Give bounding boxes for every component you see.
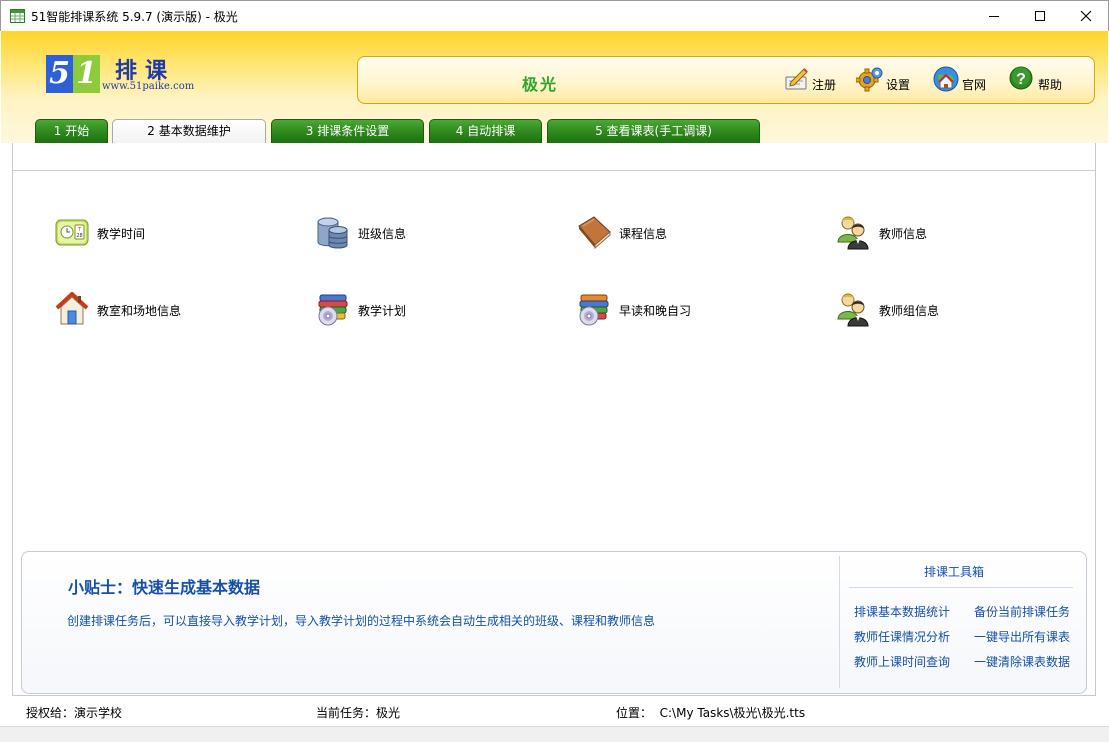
tab-constraints[interactable]: 3 排课条件设置	[271, 119, 424, 143]
gear-icon	[856, 67, 883, 92]
help-label: 帮助	[1038, 78, 1063, 92]
help-button[interactable]: ? 帮助	[1008, 65, 1066, 97]
tab-view-timetable[interactable]: 5 查看课表(手工调课)	[547, 119, 760, 143]
help-icon: ?	[1009, 66, 1033, 90]
teaching-plan-label: 教学计划	[358, 304, 407, 318]
toolbar-strip	[13, 143, 1095, 171]
course-info-item[interactable]: 课程信息	[576, 214, 696, 250]
current-task-text: 当前任务：极光	[316, 706, 401, 720]
class-info-item[interactable]: 班级信息	[315, 214, 435, 250]
logo: 5 1 排课 www.51paike.com	[46, 53, 206, 99]
maximize-icon	[1035, 11, 1045, 21]
website-button[interactable]: 官网	[932, 65, 990, 97]
course-info-label: 课程信息	[619, 227, 668, 241]
file-location-text: 位置： C:\My Tasks\极光\极光.tts	[616, 706, 806, 720]
toolbox-title: 排课工具箱	[924, 565, 985, 579]
home-globe-icon	[933, 66, 959, 92]
svg-text:28: 28	[76, 233, 82, 239]
logo-digit-1: 1	[73, 55, 100, 93]
tool-link-data-stats[interactable]: 排课基本数据统计	[854, 603, 950, 620]
tip-panel: 小贴士：快速生成基本数据 创建排课任务后，可以直接导入教学计划，导入教学计划的过…	[21, 551, 1087, 694]
books-cd-icon	[579, 294, 609, 326]
settings-button[interactable]: 设置	[856, 65, 914, 97]
window-title: 51智能排课系统 5.9.7 (演示版) - 极光	[31, 10, 238, 24]
logo-digit-5: 5	[46, 55, 73, 93]
minimize-button[interactable]	[971, 1, 1017, 31]
books-cd-icon	[318, 294, 348, 326]
classroom-info-item[interactable]: 教室和场地信息	[54, 291, 194, 327]
class-info-label: 班级信息	[358, 227, 407, 241]
teaching-time-item[interactable]: T 28 教学时间	[54, 214, 174, 250]
tip-body: 创建排课任务后，可以直接导入教学计划，导入教学计划的过程中系统会自动生成相关的班…	[67, 614, 656, 628]
register-button[interactable]: 注册	[782, 65, 840, 97]
teacher-group-info-item[interactable]: 教师组信息	[836, 291, 966, 327]
classroom-info-label: 教室和场地信息	[97, 304, 182, 318]
website-label: 官网	[962, 78, 987, 92]
minimize-icon	[989, 16, 999, 17]
house-icon	[55, 292, 89, 325]
tool-link-export-all[interactable]: 一键导出所有课表	[974, 628, 1070, 645]
tool-link-teacher-load[interactable]: 教师任课情况分析	[854, 628, 950, 645]
tab-basic-data[interactable]: 2 基本数据维护	[112, 119, 266, 144]
tab-start[interactable]: 1 开始	[35, 119, 108, 143]
morning-evening-study-label: 早读和晚自习	[619, 304, 692, 318]
divider	[839, 556, 840, 688]
status-bar: 授权给：演示学校 当前任务：极光 位置： C:\My Tasks\极光\极光.t…	[0, 696, 1109, 726]
teaching-time-label: 教学时间	[97, 227, 146, 241]
database-icon	[317, 217, 348, 249]
morning-evening-study-item[interactable]: 早读和晚自习	[576, 291, 716, 327]
register-icon	[785, 68, 808, 90]
book-icon	[578, 216, 611, 250]
users-icon	[837, 293, 869, 327]
close-button[interactable]	[1063, 1, 1109, 31]
title-bar: 51智能排课系统 5.9.7 (演示版) - 极光	[0, 0, 1109, 31]
tool-link-teacher-time[interactable]: 教师上课时间查询	[854, 653, 950, 670]
tab-auto-schedule[interactable]: 4 自动排课	[429, 119, 542, 143]
settings-label: 设置	[886, 78, 911, 92]
close-icon	[1080, 10, 1092, 22]
users-icon	[837, 216, 869, 250]
teacher-info-item[interactable]: 教师信息	[836, 214, 956, 250]
licensee-text: 授权给：演示学校	[26, 706, 123, 720]
calendar-icon: T 28	[55, 219, 89, 246]
register-label: 注册	[812, 78, 837, 92]
teacher-info-label: 教师信息	[879, 227, 928, 241]
current-task-name: 极光	[522, 75, 559, 94]
maximize-button[interactable]	[1017, 1, 1063, 31]
main-panel: T 28 教学时间 班级信息 课程信息 教师信息 教室和场地信息 教学计划 早读…	[12, 143, 1096, 696]
divider	[849, 587, 1073, 588]
app-grid-icon	[10, 9, 25, 23]
teaching-plan-item[interactable]: 教学计划	[315, 291, 435, 327]
task-info-panel: 极光 注册 设置 官网 ? 帮助	[357, 56, 1095, 104]
svg-text:?: ?	[1016, 71, 1026, 88]
teacher-group-info-label: 教师组信息	[879, 304, 940, 318]
header-band: 5 1 排课 www.51paike.com 极光 注册 设置 官网 ? 帮助 …	[1, 31, 1108, 144]
tip-title: 小贴士：快速生成基本数据	[68, 578, 261, 597]
tool-link-clear-data[interactable]: 一键清除课表数据	[974, 653, 1070, 670]
tool-link-backup-task[interactable]: 备份当前排课任务	[974, 603, 1070, 620]
logo-url: www.51paike.com	[102, 81, 195, 92]
window-bottom-edge	[0, 726, 1109, 742]
